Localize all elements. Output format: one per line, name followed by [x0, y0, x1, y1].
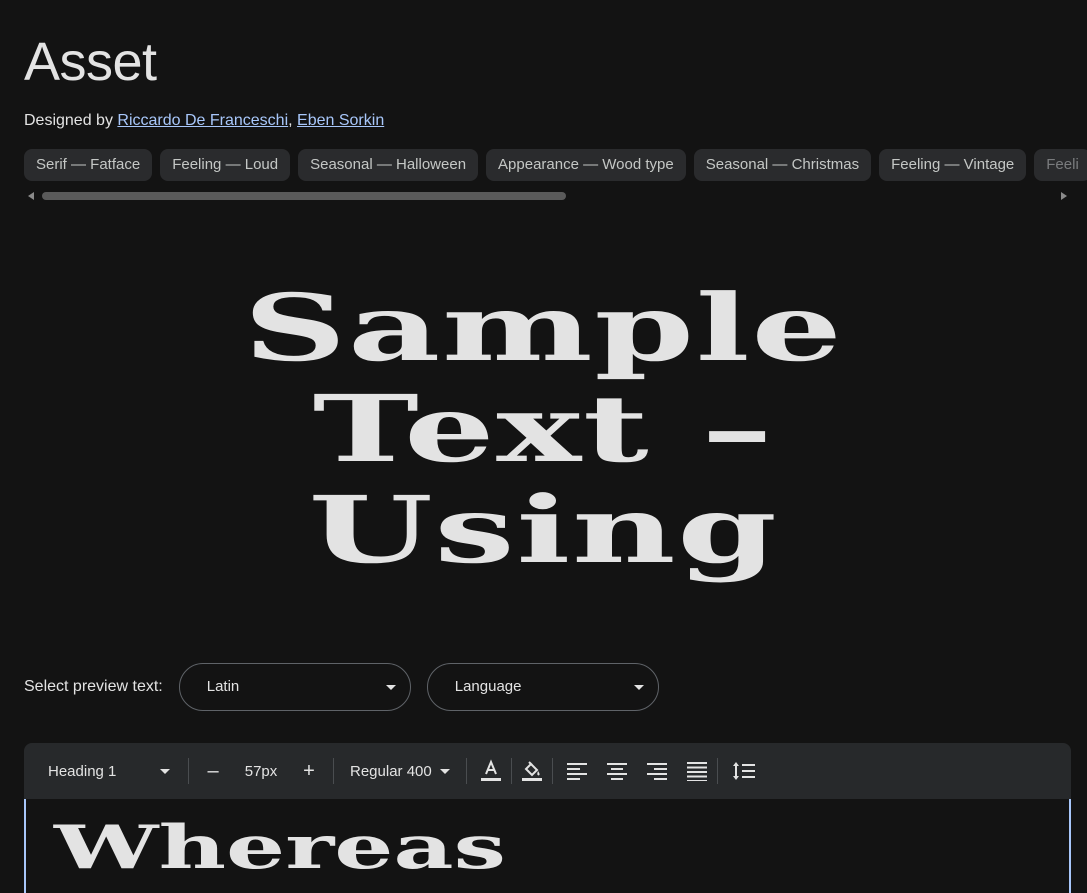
preview-line: Using	[308, 476, 779, 584]
text-style-value: Heading 1	[48, 762, 117, 780]
language-select[interactable]: Language	[426, 663, 659, 711]
toolbar-divider	[551, 758, 553, 784]
tag-chip[interactable]: Seasonal — Christmas	[693, 149, 872, 181]
scroll-left-arrow-icon[interactable]	[28, 192, 34, 200]
line-height-button[interactable]	[728, 755, 760, 787]
text-color-icon	[480, 759, 501, 781]
tags-scrollbar[interactable]	[24, 190, 1071, 202]
chevron-down-icon	[385, 685, 396, 690]
align-left-button[interactable]	[561, 755, 593, 787]
preview-text-selector: Select preview text: Latin Language	[24, 663, 675, 711]
font-weight-value: Regular 400	[350, 762, 432, 780]
tag-chip[interactable]: Feeli	[1034, 149, 1087, 181]
designer-credits: Designed by Riccardo De Franceschi, Eben…	[24, 110, 384, 132]
line-height-icon	[732, 762, 755, 780]
preview-line: Text –	[312, 375, 775, 483]
font-size-value[interactable]: 57px	[241, 763, 281, 780]
page-title: Asset	[24, 32, 157, 92]
script-select-value: Latin	[206, 678, 240, 695]
tag-chip[interactable]: Feeling — Loud	[160, 149, 291, 181]
toolbar-divider	[465, 758, 467, 784]
designer-separator: ,	[288, 112, 293, 129]
tag-list: Serif — Fatface Feeling — Loud Seasonal …	[24, 149, 1087, 183]
align-center-button[interactable]	[601, 755, 633, 787]
align-justify-icon	[686, 762, 707, 781]
highlight-color-button[interactable]	[516, 755, 548, 787]
chevron-down-icon	[633, 685, 644, 690]
align-left-icon	[566, 763, 587, 780]
toolbar-divider	[188, 758, 189, 784]
font-weight-dropdown[interactable]: Regular 400	[342, 763, 458, 780]
toolbar-divider	[716, 758, 718, 784]
designer-link-2[interactable]: Eben Sorkin	[297, 112, 384, 129]
language-select-value: Language	[454, 678, 522, 695]
tag-chip[interactable]: Serif — Fatface	[24, 149, 153, 181]
font-preview-sample: Sample Text – Using	[0, 278, 1087, 581]
script-select[interactable]: Latin	[178, 663, 411, 711]
tag-chip[interactable]: Appearance — Wood type	[486, 149, 686, 181]
chevron-down-icon	[160, 768, 170, 774]
toolbar-divider	[333, 758, 334, 784]
preview-line: Sample	[243, 274, 844, 382]
editor-toolbar: Heading 1 – 57px + Regular 400	[24, 743, 1071, 799]
scroll-right-arrow-icon[interactable]	[1061, 192, 1067, 200]
align-right-button[interactable]	[641, 755, 673, 787]
font-specimen-page: Asset Designed by Riccardo De Franceschi…	[0, 0, 1087, 893]
increase-size-button[interactable]: +	[293, 755, 325, 787]
designed-by-label: Designed by	[24, 112, 113, 129]
scrollbar-thumb[interactable]	[42, 192, 566, 200]
toolbar-divider	[510, 758, 512, 784]
designer-link-1[interactable]: Riccardo De Franceschi	[117, 112, 288, 129]
tag-chip[interactable]: Seasonal — Halloween	[298, 149, 479, 181]
editor-text[interactable]: Whereas	[54, 813, 506, 883]
fill-color-icon	[521, 761, 542, 781]
preview-editor[interactable]: Whereas	[24, 799, 1071, 893]
select-preview-label: Select preview text:	[24, 678, 163, 695]
align-right-icon	[646, 763, 667, 780]
tag-chip[interactable]: Feeling — Vintage	[879, 149, 1027, 181]
align-center-icon	[606, 763, 627, 780]
chevron-down-icon	[439, 768, 450, 774]
decrease-size-button[interactable]: –	[197, 755, 229, 787]
text-color-button[interactable]	[475, 755, 507, 787]
align-justify-button[interactable]	[681, 755, 713, 787]
text-style-dropdown[interactable]: Heading 1	[24, 763, 170, 780]
